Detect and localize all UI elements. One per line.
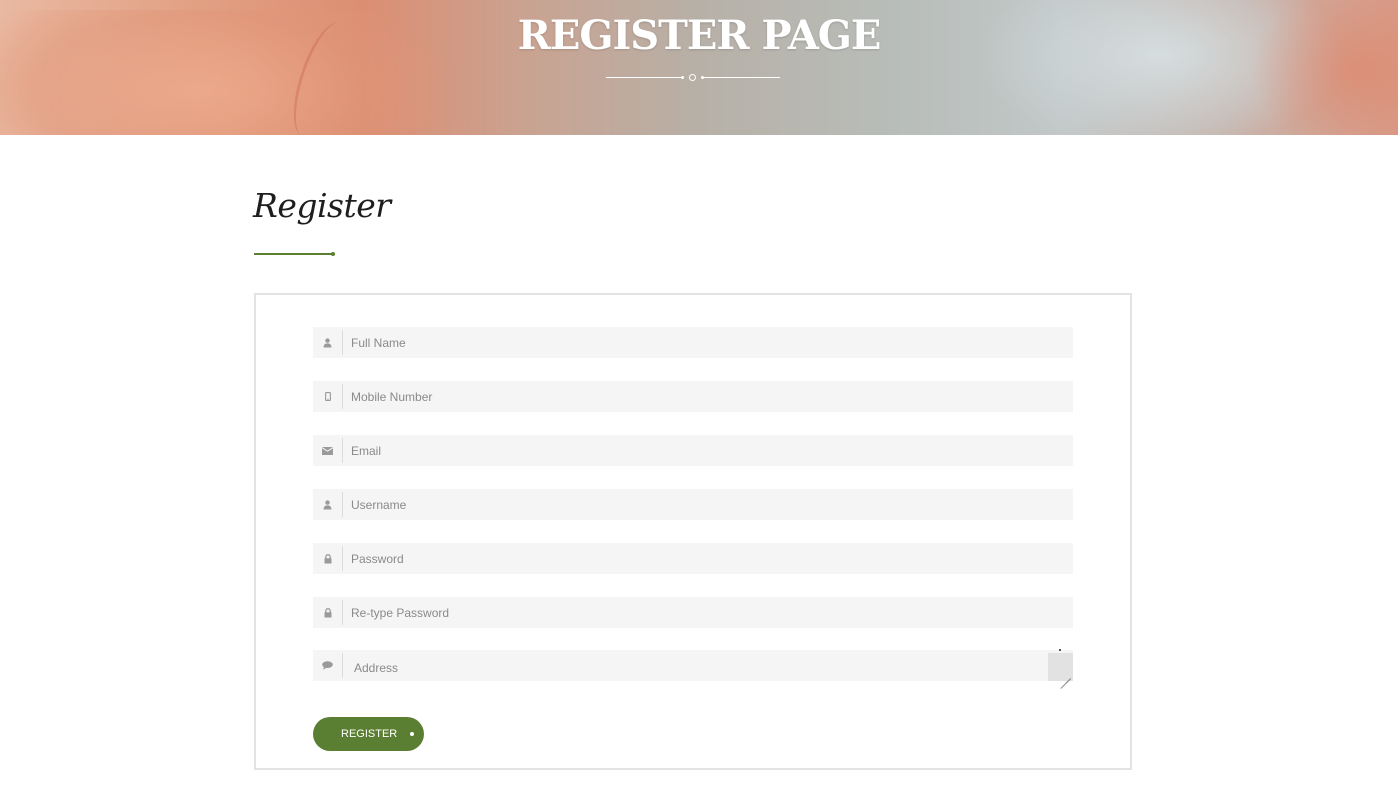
password-field xyxy=(313,543,1073,574)
hero-banner: REGISTER PAGE xyxy=(0,0,1398,135)
mobile-number-field xyxy=(313,381,1073,412)
lock-icon xyxy=(313,597,342,628)
resize-handle[interactable] xyxy=(1048,653,1073,681)
register-form xyxy=(254,293,1132,770)
retype-password-field xyxy=(313,597,1073,628)
register-button-label: REGISTER xyxy=(341,728,398,740)
mobile-icon xyxy=(313,381,342,412)
section-heading: Register xyxy=(253,186,391,225)
lock-icon xyxy=(313,543,342,574)
full-name-field xyxy=(313,327,1073,358)
retype-password-input[interactable] xyxy=(351,597,1051,628)
comment-icon xyxy=(313,650,342,681)
email-input[interactable] xyxy=(351,435,1051,466)
mobile-number-input[interactable] xyxy=(351,381,1051,412)
page-title: REGISTER PAGE xyxy=(517,12,882,59)
username-field xyxy=(313,489,1073,520)
email-field xyxy=(313,435,1073,466)
address-textarea[interactable] xyxy=(354,661,1054,679)
address-field xyxy=(313,649,1073,681)
user-icon xyxy=(313,327,342,358)
user-icon xyxy=(313,489,342,520)
title-divider xyxy=(606,73,780,83)
envelope-icon xyxy=(313,435,342,466)
button-dot-icon xyxy=(410,732,414,736)
username-input[interactable] xyxy=(351,489,1051,520)
register-button[interactable]: REGISTER xyxy=(313,717,424,751)
heading-underline xyxy=(254,253,334,255)
password-input[interactable] xyxy=(351,543,1051,574)
full-name-input[interactable] xyxy=(351,327,1051,358)
